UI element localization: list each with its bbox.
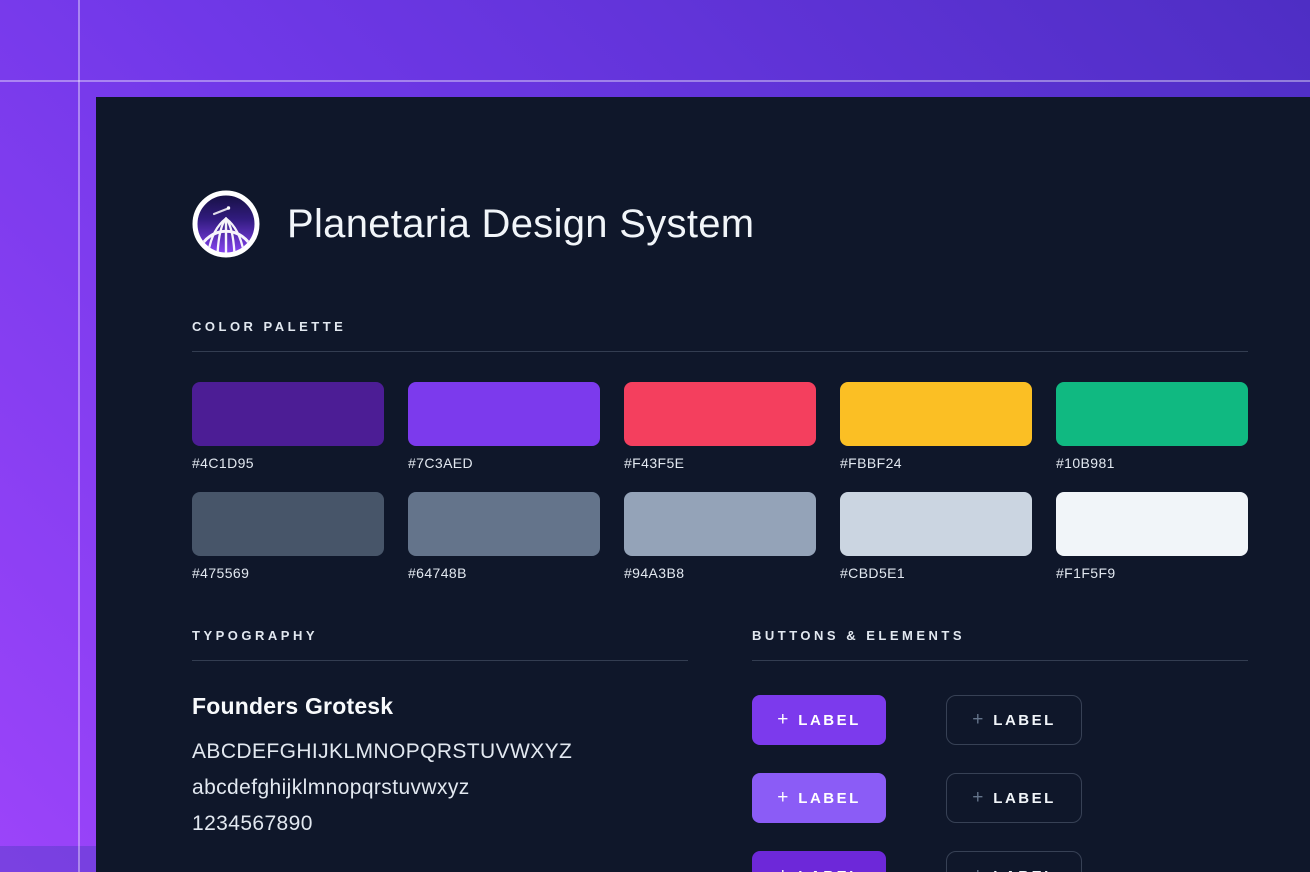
section-divider	[192, 351, 1248, 352]
specimen-digits: 1234567890	[192, 806, 688, 842]
color-chip	[840, 382, 1032, 446]
planetaria-logo	[192, 190, 260, 258]
typography-heading: TYPOGRAPHY	[192, 628, 688, 643]
backdrop-artboard-edge	[0, 846, 96, 872]
buttons-heading: BUTTONS & ELEMENTS	[752, 628, 1248, 643]
color-palette-heading: COLOR PALETTE	[192, 319, 1248, 334]
label-button-solid-hover[interactable]: + LABEL	[752, 773, 886, 823]
horizontal-ruler-guide	[0, 80, 1310, 82]
color-hex-label: #F1F5F9	[1056, 565, 1248, 581]
buttons-section: BUTTONS & ELEMENTS + LABEL + LABEL	[752, 628, 1248, 872]
section-divider	[192, 660, 688, 661]
color-chip	[624, 492, 816, 556]
color-chip	[408, 382, 600, 446]
button-stack: + LABEL + LABEL + LABEL	[752, 695, 1248, 872]
label-button-outline[interactable]: + LABEL	[946, 773, 1082, 823]
color-chip	[408, 492, 600, 556]
section-divider	[752, 660, 1248, 661]
label-button-solid-dark[interactable]: + LABEL	[752, 851, 886, 872]
color-swatch: #7C3AED	[408, 382, 600, 471]
color-hex-label: #F43F5E	[624, 455, 816, 471]
color-hex-label: #64748B	[408, 565, 600, 581]
color-swatch: #F43F5E	[624, 382, 816, 471]
color-chip	[1056, 382, 1248, 446]
button-label: LABEL	[798, 712, 861, 729]
specimen-lowercase: abcdefghijklmnopqrstuvwxyz	[192, 770, 688, 806]
color-chip	[624, 382, 816, 446]
color-swatch: #CBD5E1	[840, 492, 1032, 581]
plus-icon: +	[972, 866, 983, 872]
button-label: LABEL	[798, 868, 861, 872]
color-hex-label: #CBD5E1	[840, 565, 1032, 581]
button-label: LABEL	[993, 790, 1056, 807]
color-chip	[192, 492, 384, 556]
button-row: + LABEL + LABEL	[752, 773, 1248, 823]
color-swatch: #94A3B8	[624, 492, 816, 581]
color-swatch: #475569	[192, 492, 384, 581]
color-hex-label: #7C3AED	[408, 455, 600, 471]
color-swatch: #F1F5F9	[1056, 492, 1248, 581]
font-name: Founders Grotesk	[192, 693, 688, 720]
button-row: + LABEL + LABEL	[752, 851, 1248, 872]
button-label: LABEL	[993, 712, 1056, 729]
button-row: + LABEL + LABEL	[752, 695, 1248, 745]
design-system-artboard: Planetaria Design System COLOR PALETTE #…	[96, 97, 1310, 872]
color-hex-label: #475569	[192, 565, 384, 581]
label-button-outline[interactable]: + LABEL	[946, 851, 1082, 872]
vertical-ruler-guide	[78, 0, 80, 872]
color-hex-label: #94A3B8	[624, 565, 816, 581]
color-hex-label: #10B981	[1056, 455, 1248, 471]
specimen-uppercase: ABCDEFGHIJKLMNOPQRSTUVWXYZ	[192, 734, 688, 770]
color-swatch: #64748B	[408, 492, 600, 581]
plus-icon: +	[972, 710, 983, 729]
color-swatch: #FBBF24	[840, 382, 1032, 471]
button-label: LABEL	[993, 868, 1056, 872]
header: Planetaria Design System	[192, 190, 1248, 258]
plus-icon: +	[777, 788, 788, 807]
color-palette-section: COLOR PALETTE #4C1D95 #7C3AED #F43F5E #	[192, 319, 1248, 581]
button-label: LABEL	[798, 790, 861, 807]
page-title: Planetaria Design System	[287, 202, 754, 247]
plus-icon: +	[777, 866, 788, 872]
color-chip	[192, 382, 384, 446]
typography-section: TYPOGRAPHY Founders Grotesk ABCDEFGHIJKL…	[192, 628, 688, 872]
plus-icon: +	[777, 710, 788, 729]
color-chip	[1056, 492, 1248, 556]
color-hex-label: #4C1D95	[192, 455, 384, 471]
color-swatch: #4C1D95	[192, 382, 384, 471]
label-button-solid-primary[interactable]: + LABEL	[752, 695, 886, 745]
plus-icon: +	[972, 788, 983, 807]
label-button-outline[interactable]: + LABEL	[946, 695, 1082, 745]
color-swatch: #10B981	[1056, 382, 1248, 471]
swatch-grid: #4C1D95 #7C3AED #F43F5E #FBBF24 #10B981	[192, 382, 1248, 581]
color-chip	[840, 492, 1032, 556]
color-hex-label: #FBBF24	[840, 455, 1032, 471]
